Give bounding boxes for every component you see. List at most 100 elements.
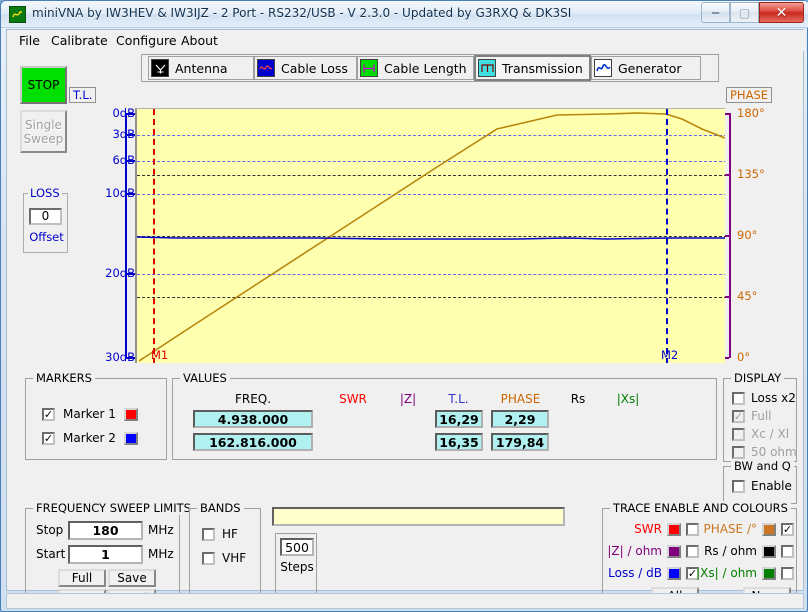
values-header-swr: SWR (339, 392, 367, 406)
display-loss-x2-checkbox[interactable] (732, 391, 745, 405)
display-xcxl-label: Xc / Xl (751, 427, 790, 441)
steps-input[interactable]: 500 (280, 538, 314, 556)
trace-phase-colour-swatch[interactable] (762, 522, 776, 536)
start-unit: MHz (148, 547, 174, 561)
tab-transmission[interactable]: Transmission (474, 55, 591, 81)
trace-loss-colour-swatch[interactable] (667, 566, 681, 580)
phase-tick-label: 135° (737, 167, 765, 181)
band-hf-row[interactable]: HF (202, 527, 238, 541)
display-full-row: ✓ Full (732, 409, 772, 423)
trace-swr-label: SWR (634, 522, 662, 536)
phase-tick-label: 90° (737, 228, 758, 242)
steps-label: Steps (280, 560, 314, 574)
marker-1-checkbox[interactable]: ✓ (42, 407, 55, 421)
menu-about[interactable]: About (175, 32, 224, 49)
values-legend: VALUES (180, 371, 230, 385)
trace-xs-checkbox[interactable] (781, 566, 794, 580)
trace-phase-checkbox[interactable]: ✓ (781, 522, 794, 536)
display-full-label: Full (751, 409, 772, 423)
save-button[interactable]: Save (108, 569, 156, 587)
bw-enable-checkbox[interactable] (732, 479, 745, 493)
trace-swr-checkbox[interactable] (686, 522, 699, 536)
display-loss-x2-row[interactable]: Loss x2 (732, 391, 796, 405)
trace-phase-row[interactable]: PHASE /° ✓ (699, 522, 794, 536)
marker-2-line[interactable] (666, 109, 668, 363)
trace-rs-colour-swatch[interactable] (762, 544, 776, 558)
trace-z-checkbox[interactable] (686, 544, 699, 558)
marker-1-line[interactable] (153, 109, 155, 363)
tab-cable-loss-label: Cable Loss (281, 60, 348, 76)
display-50ohm-label: 50 ohm (751, 445, 797, 459)
chart-traces (137, 112, 725, 362)
close-button[interactable]: ✕ (759, 2, 804, 23)
marker-2-row[interactable]: ✓ Marker 2 (42, 431, 138, 445)
marker-2-checkbox[interactable]: ✓ (42, 431, 55, 445)
band-vhf-checkbox[interactable] (202, 551, 215, 565)
message-field[interactable] (272, 507, 565, 526)
loss-trace (137, 236, 725, 240)
loss-input[interactable]: 0 (29, 208, 62, 225)
stop-unit: MHz (148, 523, 174, 537)
title-bar: miniVNA by IW3HEV & IW3IJZ - 2 Port - RS… (1, 1, 808, 28)
trace-enable-colours-group: TRACE ENABLE AND COLOURS SWR |Z| / ohm L… (602, 501, 797, 605)
tab-generator[interactable]: Generator (591, 56, 701, 80)
trace-z-colour-swatch[interactable] (667, 544, 681, 558)
marker-1-tag: M1 (151, 348, 169, 362)
tl-tick-label: 6dB (112, 153, 135, 167)
chart-plot-area[interactable]: M1 M2 (135, 108, 725, 363)
trace-swr-row[interactable]: SWR (607, 522, 699, 536)
display-50ohm-row: 50 ohm (732, 445, 797, 459)
values-group: VALUES FREQ. SWR |Z| T.L. PHASE Rs |Xs| … (172, 371, 717, 460)
trace-xs-row[interactable]: |Xs| / ohm (696, 566, 794, 580)
trace-rs-row[interactable]: Rs / ohm (699, 544, 794, 558)
trace-xs-label: |Xs| / ohm (696, 566, 757, 580)
trace-z-label: |Z| / ohm (607, 544, 662, 558)
tl-tick-label: 20dB (105, 266, 135, 280)
tab-cable-loss[interactable]: Cable Loss (254, 56, 357, 80)
trace-loss-row[interactable]: Loss / dB ✓ (607, 566, 699, 580)
tl-tick-label: 10dB (105, 186, 135, 200)
status-bar (6, 593, 804, 609)
stop-label: Stop (36, 523, 64, 537)
start-input[interactable]: 1 (68, 545, 143, 564)
trace-loss-label: Loss / dB (608, 566, 662, 580)
value-freq-row1: 4.938.000 (193, 410, 313, 428)
maximize-button[interactable]: ▢ (730, 2, 759, 23)
stop-button[interactable]: STOP (20, 66, 67, 104)
display-group: DISPLAY Loss x2 ✓ Full Xc / Xl 50 ohm (723, 371, 797, 462)
transmission-icon (478, 59, 496, 77)
band-vhf-label: VHF (222, 551, 247, 565)
single-sweep-line1: Single (25, 117, 62, 132)
tab-generator-label: Generator (618, 60, 682, 76)
bands-group: BANDS HF VHF (189, 501, 261, 605)
full-button[interactable]: Full (58, 569, 106, 587)
bw-and-q-legend: BW and Q (731, 459, 794, 473)
single-sweep-button[interactable]: Single Sweep (20, 110, 67, 153)
band-vhf-row[interactable]: VHF (202, 551, 246, 565)
value-tl-row2: 16,35 (435, 433, 483, 451)
display-legend: DISPLAY (731, 371, 785, 385)
phase-axis-line (729, 113, 731, 358)
bands-legend: BANDS (197, 501, 244, 515)
trace-xs-colour-swatch[interactable] (762, 566, 776, 580)
marker-1-colour-swatch[interactable] (123, 407, 138, 421)
tab-cable-length[interactable]: Cable Length (357, 56, 474, 80)
value-tl-row1: 16,29 (435, 410, 483, 428)
tab-antenna[interactable]: Antenna (148, 56, 254, 80)
band-hf-checkbox[interactable] (202, 527, 215, 541)
values-header-phase: PHASE (500, 392, 541, 406)
stop-input[interactable]: 180 (68, 521, 143, 540)
trace-rs-checkbox[interactable] (781, 544, 794, 558)
bw-enable-row[interactable]: Enable (732, 479, 792, 493)
value-phase-row1: 2,29 (491, 410, 549, 428)
marker-1-row[interactable]: ✓ Marker 1 (42, 407, 138, 421)
tab-transmission-label: Transmission (502, 60, 583, 76)
trace-z-row[interactable]: |Z| / ohm (607, 544, 699, 558)
single-sweep-line2: Sweep (23, 131, 64, 146)
markers-legend: MARKERS (33, 371, 95, 385)
menu-file[interactable]: File (13, 32, 46, 49)
generator-icon (594, 59, 612, 77)
trace-swr-colour-swatch[interactable] (667, 522, 681, 536)
marker-2-colour-swatch[interactable] (123, 431, 138, 445)
minimize-button[interactable]: ─ (701, 2, 730, 23)
